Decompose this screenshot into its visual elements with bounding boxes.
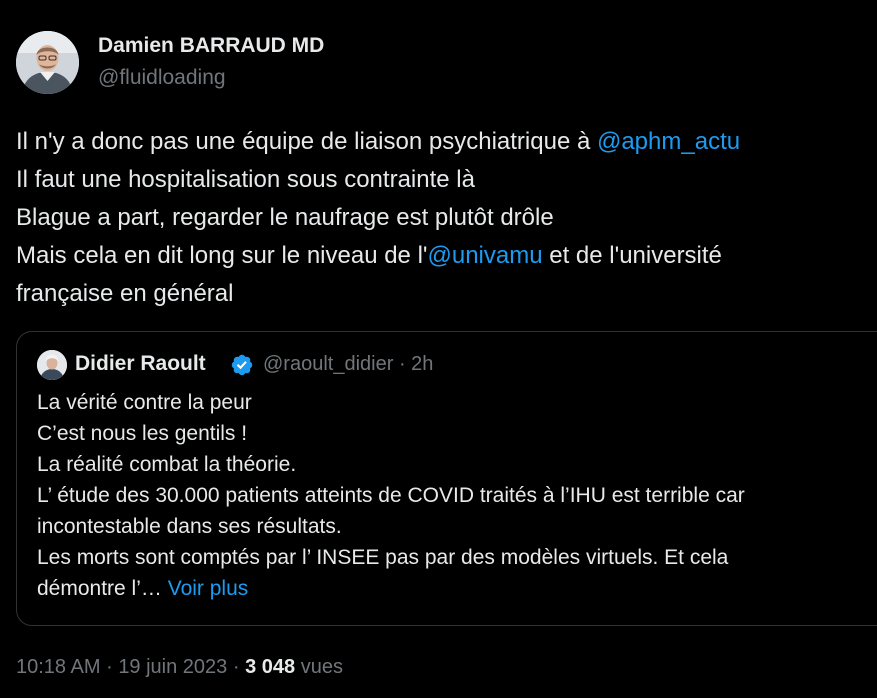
tweet-meta: 10:18 AM · 19 juin 2023 · 3 048 vues <box>16 656 343 679</box>
tweet-line-text: et de l'université <box>542 242 722 269</box>
quote-last-line: démontre l’… <box>37 577 162 600</box>
tweet-time[interactable]: 10:18 AM <box>16 656 101 678</box>
tweet-line: Il n'y a donc pas une équipe de liaison … <box>16 123 866 161</box>
tweet-text: Il n'y a donc pas une équipe de liaison … <box>16 123 866 313</box>
views-label: vues <box>300 656 343 678</box>
mention-link-aphm[interactable]: @aphm_actu <box>597 128 740 155</box>
person-avatar-icon <box>16 31 79 94</box>
quote-author-avatar[interactable] <box>37 350 67 380</box>
tweet-date[interactable]: 19 juin 2023 <box>118 656 227 678</box>
quote-line: L’ étude des 30.000 patients atteints de… <box>37 484 745 507</box>
tweet-line-text: Mais cela en dit long sur le niveau de l… <box>16 242 428 269</box>
separator-dot: · <box>232 656 240 678</box>
quote-text: La vérité contre la peur C’est nous les … <box>37 387 877 604</box>
quote-line: La réalité combat la théorie. <box>37 453 297 476</box>
author-avatar[interactable] <box>16 31 79 94</box>
quote-handle-text[interactable]: @raoult_didier <box>263 353 393 375</box>
quote-line: démontre l’… Voir plus <box>37 573 877 604</box>
tweet-line: française en général <box>16 280 234 307</box>
quote-line: C’est nous les gentils ! <box>37 422 248 445</box>
quote-line: incontestable dans ses résultats. <box>37 515 342 538</box>
views-count: 3 048 <box>245 656 296 678</box>
author-handle[interactable]: @fluidloading <box>98 66 226 90</box>
quote-author-name[interactable]: Didier Raoult <box>75 352 206 376</box>
tweet-line: Il faut une hospitalisation sous contrai… <box>16 166 475 193</box>
quote-line: Les morts sont comptés par l’ INSEE pas … <box>37 546 729 569</box>
person-avatar-icon <box>37 350 67 380</box>
tweet-line: Mais cela en dit long sur le niveau de l… <box>16 237 866 275</box>
verified-badge-icon <box>231 354 253 376</box>
separator-dot: · <box>398 353 406 375</box>
quote-line: La vérité contre la peur <box>37 391 252 414</box>
see-more-link[interactable]: Voir plus <box>168 577 249 600</box>
quote-author-handle: @raoult_didier · 2h <box>263 353 433 376</box>
quote-time[interactable]: 2h <box>411 353 433 375</box>
quoted-tweet-card[interactable]: Didier Raoult @raoult_didier · 2h La vér… <box>16 331 877 626</box>
tweet-line-text: Il n'y a donc pas une équipe de liaison … <box>16 128 597 155</box>
separator-dot: · <box>106 656 113 678</box>
tweet-line: Blague a part, regarder le naufrage est … <box>16 204 554 231</box>
author-name[interactable]: Damien BARRAUD MD <box>98 34 324 58</box>
mention-link-univamu[interactable]: @univamu <box>427 242 542 269</box>
